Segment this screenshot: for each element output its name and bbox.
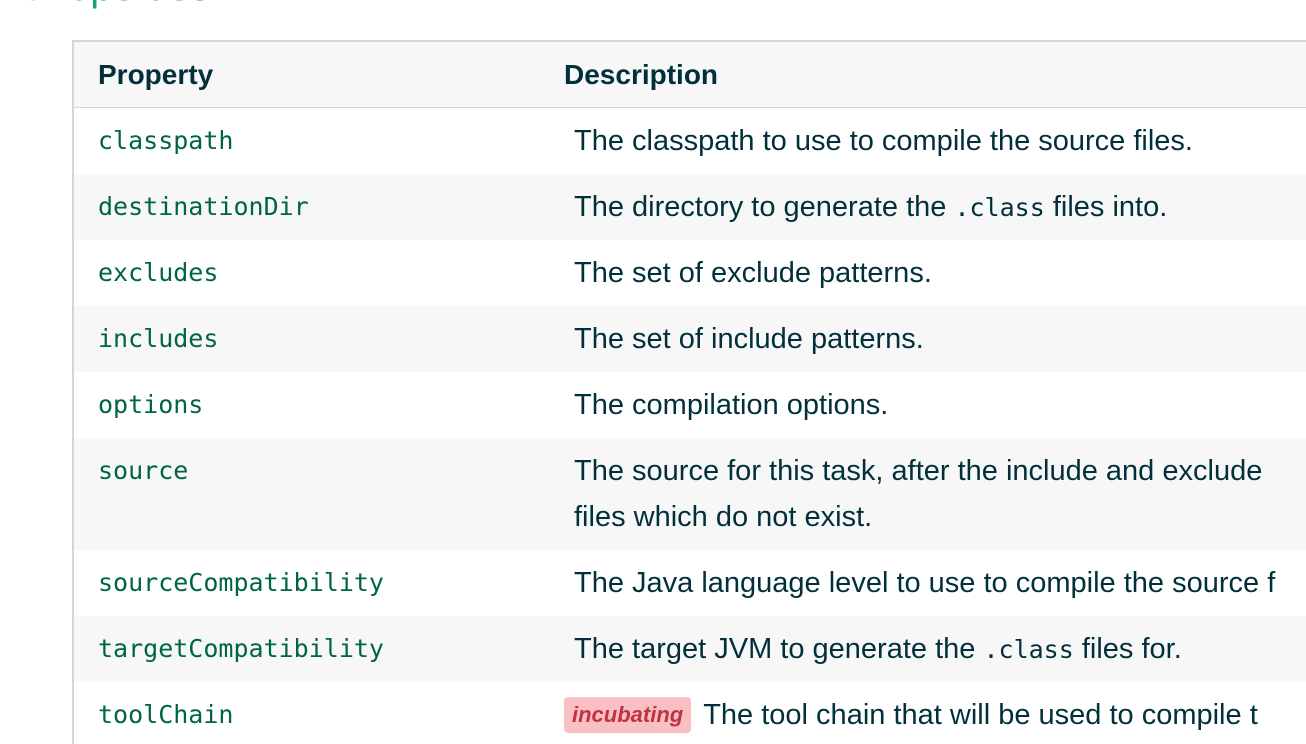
table-row: destinationDir The directory to generate… xyxy=(74,174,1306,240)
property-description: The set of exclude patterns. xyxy=(574,257,932,289)
property-link-sourcecompatibility[interactable]: sourceCompatibility xyxy=(98,550,384,616)
property-description: incubating The tool chain that will be us… xyxy=(564,682,1306,744)
property-link-includes[interactable]: includes xyxy=(98,306,218,372)
property-description: The target JVM to generate the .class fi… xyxy=(574,616,1306,683)
property-link-targetcompatibility[interactable]: targetCompatibility xyxy=(98,616,384,682)
table-header-row: Property Description xyxy=(74,42,1306,108)
description-text: The directory to generate the xyxy=(574,191,955,223)
property-link-destinationdir[interactable]: destinationDir xyxy=(98,174,309,240)
table-row: source The source for this task, after t… xyxy=(74,438,1306,550)
description-text: The target JVM to generate the xyxy=(574,633,984,665)
inline-code: .class xyxy=(983,635,1074,664)
property-link-classpath[interactable]: classpath xyxy=(98,108,233,174)
table-row: includes The set of include patterns. xyxy=(74,306,1306,372)
property-description: The Java language level to use to compil… xyxy=(574,567,1276,599)
table-row: options The compilation options. xyxy=(74,372,1306,438)
property-link-source[interactable]: source xyxy=(98,438,188,504)
property-description: The source for this task, after the incl… xyxy=(574,448,1306,540)
section-title: Properties xyxy=(28,0,210,12)
property-link-excludes[interactable]: excludes xyxy=(98,240,218,306)
description-text: The tool chain that will be used to comp… xyxy=(703,699,1258,731)
description-line: files which do not exist. xyxy=(574,501,873,533)
property-description: The set of include patterns. xyxy=(574,323,924,355)
description-text: files for. xyxy=(1073,633,1182,665)
description-text: files into. xyxy=(1044,191,1168,223)
incubating-badge: incubating xyxy=(564,697,692,733)
table-row: sourceCompatibility The Java language le… xyxy=(74,550,1306,616)
property-description: The classpath to use to compile the sour… xyxy=(574,125,1193,157)
properties-table: Property Description classpath The class… xyxy=(72,40,1306,744)
description-line: The source for this task, after the incl… xyxy=(574,455,1263,487)
property-description: The directory to generate the .class fil… xyxy=(574,174,1306,241)
column-header-property: Property xyxy=(98,59,214,90)
table-row: toolChain incubating The tool chain that … xyxy=(74,682,1306,744)
table-row: excludes The set of exclude patterns. xyxy=(74,240,1306,306)
column-header-description: Description xyxy=(564,59,719,90)
property-link-toolchain[interactable]: toolChain xyxy=(98,682,233,744)
property-description: The compilation options. xyxy=(574,389,889,421)
inline-code: .class xyxy=(954,193,1045,222)
property-link-options[interactable]: options xyxy=(98,372,203,438)
table-row: classpath The classpath to use to compil… xyxy=(74,108,1306,174)
table-row: targetCompatibility The target JVM to ge… xyxy=(74,616,1306,682)
